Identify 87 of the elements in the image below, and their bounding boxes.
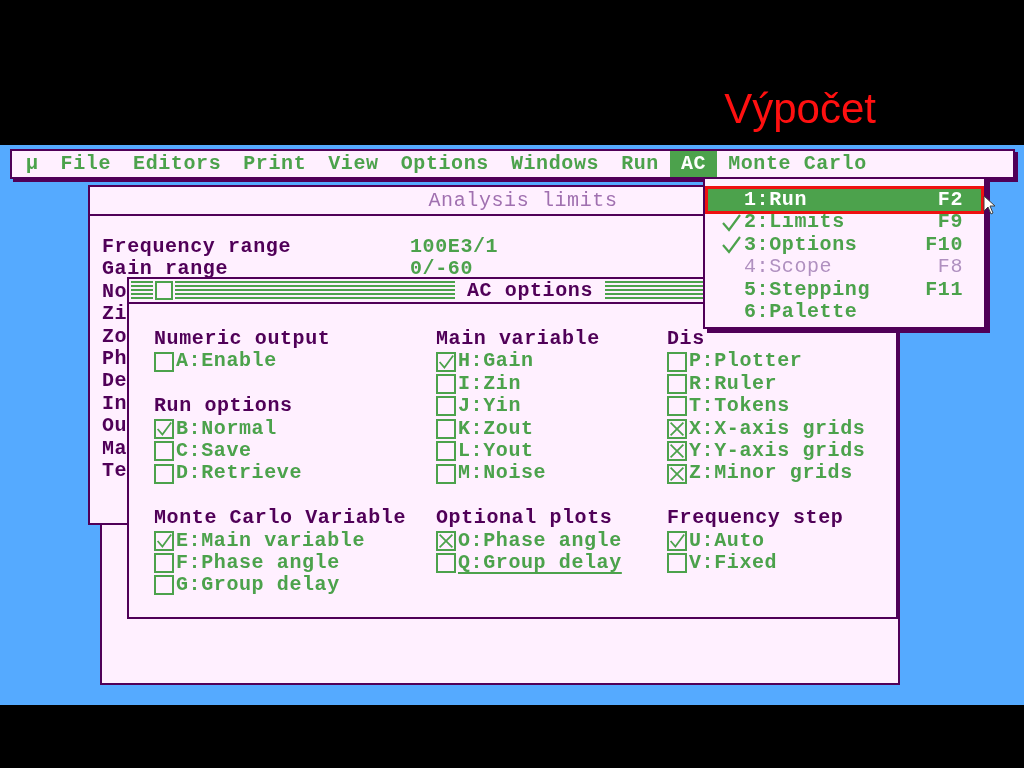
- checkbox-label[interactable]: X:X-axis grids: [689, 417, 866, 440]
- window-title: Analysis limits: [427, 189, 618, 212]
- menu-item[interactable]: Monte Carlo: [717, 151, 878, 177]
- menu-item[interactable]: View: [317, 151, 390, 177]
- checkbox[interactable]: [667, 351, 687, 372]
- section-heading: Optional plots: [436, 507, 614, 530]
- checkbox[interactable]: [436, 553, 456, 574]
- menu-item[interactable]: Windows: [499, 151, 611, 177]
- checkbox-label[interactable]: Y:Y-axis grids: [689, 439, 866, 463]
- menu-item[interactable]: 6:Palette: [708, 300, 981, 324]
- checkbox[interactable]: [436, 373, 456, 394]
- field-label: Frequency range: [102, 236, 292, 259]
- checkbox[interactable]: [154, 351, 174, 372]
- checkbox-label[interactable]: O:Phase angle: [458, 529, 622, 552]
- title-bar-stripes: [131, 281, 153, 300]
- checkbox-label[interactable]: Z:Minor grids: [689, 462, 853, 485]
- field-label: Zi: [102, 303, 128, 326]
- checkbox[interactable]: [436, 441, 456, 462]
- section-heading: Dis: [667, 328, 706, 351]
- menu-item[interactable]: 3:Options F10: [708, 233, 981, 257]
- checkbox[interactable]: [667, 463, 687, 484]
- field-label: Ma: [102, 437, 128, 460]
- checkbox-label[interactable]: M:Noise: [458, 462, 547, 485]
- checkbox-label[interactable]: H:Gain: [458, 350, 534, 373]
- section-heading: Monte Carlo Variable: [154, 507, 408, 530]
- checkbox[interactable]: [667, 441, 687, 462]
- checkbox-label[interactable]: B:Normal: [176, 417, 277, 440]
- field-label: Gain range: [102, 258, 229, 281]
- checkbox[interactable]: [154, 463, 174, 484]
- field-label: Ou: [102, 415, 128, 438]
- checkbox-label[interactable]: J:Yin: [458, 395, 521, 418]
- checkbox[interactable]: [436, 351, 456, 372]
- checkbox-label[interactable]: K:Zout: [458, 417, 534, 440]
- section-heading: Main variable: [436, 328, 601, 351]
- checkbox-label[interactable]: T:Tokens: [689, 395, 790, 418]
- menu-item[interactable]: AC: [669, 151, 718, 177]
- menu-item[interactable]: 2:Limits F9: [708, 211, 981, 234]
- checkbox[interactable]: [436, 463, 456, 484]
- checkbox-label[interactable]: Q:Group delay: [458, 551, 622, 575]
- section-heading: Numeric output: [154, 328, 332, 351]
- checkbox-label[interactable]: D:Retrieve: [176, 462, 303, 485]
- checkbox-label[interactable]: P:Plotter: [689, 350, 803, 373]
- field-value[interactable]: 100E3/1: [410, 236, 499, 259]
- menu-item[interactable]: Editors: [122, 151, 233, 177]
- checkbox[interactable]: [436, 418, 456, 439]
- checkbox-label[interactable]: F:Phase angle: [176, 551, 340, 575]
- field-value[interactable]: 0/-60: [410, 258, 473, 281]
- menu-item[interactable]: 5:Stepping F11: [708, 278, 981, 301]
- checkbox[interactable]: [667, 373, 687, 394]
- checkbox[interactable]: [436, 396, 456, 417]
- checkbox-label[interactable]: G:Group delay: [176, 574, 340, 597]
- checkbox-label[interactable]: L:Yout: [458, 439, 534, 463]
- checkbox-label[interactable]: V:Fixed: [689, 551, 778, 575]
- close-box[interactable]: [155, 281, 173, 300]
- checkbox[interactable]: [667, 530, 687, 551]
- menu-item[interactable]: 1:Run F2: [708, 189, 981, 212]
- field-label: Zo: [102, 325, 128, 348]
- checkbox[interactable]: [154, 418, 174, 439]
- field-label: Te: [102, 459, 128, 483]
- field-label: No: [102, 280, 128, 304]
- menu-item[interactable]: µ: [15, 151, 50, 177]
- checkbox-label[interactable]: R:Ruler: [689, 372, 778, 396]
- checkbox[interactable]: [154, 553, 174, 574]
- menu-item[interactable]: File: [49, 151, 123, 177]
- checkbox[interactable]: [667, 396, 687, 417]
- mouse-cursor-icon: [983, 195, 995, 215]
- checkbox-label[interactable]: A:Enable: [176, 350, 277, 373]
- checkbox[interactable]: [436, 530, 456, 551]
- menu-item[interactable]: Options: [389, 151, 500, 177]
- checkbox-label[interactable]: E:Main variable: [176, 529, 366, 552]
- menu-item[interactable]: Print: [232, 151, 318, 177]
- dialog-title: AC options: [466, 279, 595, 302]
- menu-item[interactable]: Run: [610, 151, 670, 177]
- checkbox[interactable]: [154, 575, 174, 596]
- field-label: Ph: [102, 347, 128, 371]
- checkbox[interactable]: [154, 530, 174, 551]
- checkbox[interactable]: [667, 553, 687, 574]
- checkbox-label[interactable]: C:Save: [176, 439, 252, 463]
- field-label: De: [102, 370, 128, 393]
- checkbox[interactable]: [154, 441, 174, 462]
- checkbox-label[interactable]: U:Auto: [689, 529, 765, 552]
- checkbox[interactable]: [667, 418, 687, 439]
- slide-title: Výpočet: [724, 85, 876, 133]
- checkbox-label[interactable]: I:Zin: [458, 372, 521, 396]
- section-heading: Run options: [154, 395, 294, 418]
- section-heading: Frequency step: [667, 507, 845, 530]
- field-label: In: [102, 392, 128, 416]
